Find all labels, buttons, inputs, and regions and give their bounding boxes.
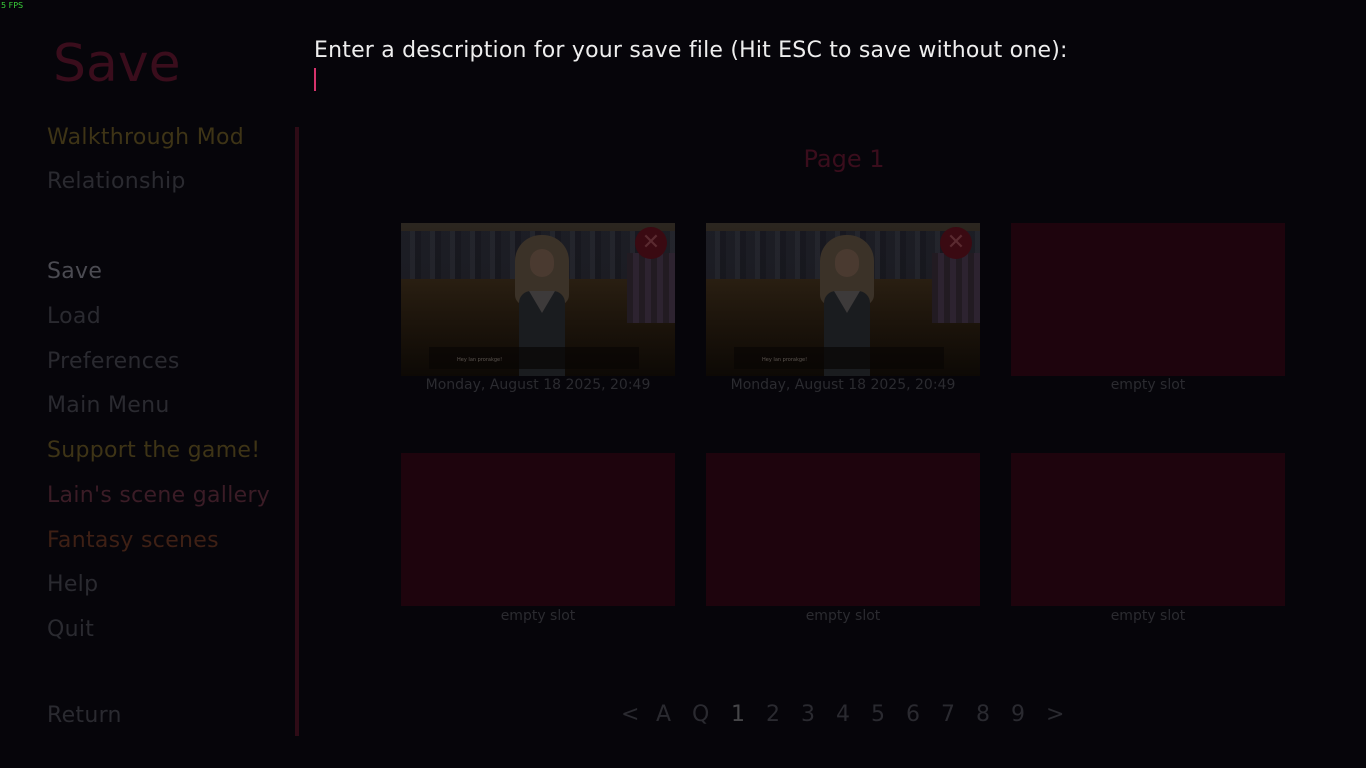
- nav-preferences[interactable]: Preferences: [47, 349, 180, 374]
- nav-return[interactable]: Return: [47, 703, 122, 728]
- delete-save-1-close-icon[interactable]: ✕: [635, 227, 667, 259]
- page-prev-button[interactable]: <: [621, 702, 639, 727]
- save-slot-3[interactable]: [1011, 223, 1285, 376]
- page-title: Page 1: [803, 145, 885, 173]
- page-8-button[interactable]: 8: [976, 702, 990, 727]
- save-slot-5-label: empty slot: [805, 608, 881, 624]
- save-slot-4-label: empty slot: [500, 608, 576, 624]
- nav-help[interactable]: Help: [47, 572, 98, 597]
- page-6-button[interactable]: 6: [906, 702, 920, 727]
- thumbnail-dialogue: Hey Ian prorakge!: [762, 357, 808, 363]
- save-slot-6[interactable]: [1011, 453, 1285, 606]
- nav-lains-scene-gallery[interactable]: Lain's scene gallery: [47, 483, 270, 508]
- nav-fantasy-scenes[interactable]: Fantasy scenes: [47, 528, 219, 553]
- save-description-prompt: Enter a description for your save file (…: [314, 38, 1068, 63]
- page-2-button[interactable]: 2: [766, 702, 780, 727]
- page-1-button[interactable]: 1: [731, 702, 745, 727]
- save-slot-5[interactable]: [706, 453, 980, 606]
- page-4-button[interactable]: 4: [836, 702, 850, 727]
- page-5-button[interactable]: 5: [871, 702, 885, 727]
- save-slot-3-label: empty slot: [1110, 377, 1186, 393]
- nav-save[interactable]: Save: [47, 259, 102, 284]
- save-slot-4[interactable]: [401, 453, 675, 606]
- fps-counter: 5 FPS: [1, 1, 24, 10]
- save-slot-2[interactable]: Hey Ian prorakge!: [706, 223, 980, 376]
- save-thumbnail: Hey Ian prorakge!: [401, 223, 675, 376]
- menu-divider: [295, 127, 299, 736]
- page-quick-button[interactable]: Q: [692, 702, 709, 727]
- nav-main-menu[interactable]: Main Menu: [47, 393, 170, 418]
- page-9-button[interactable]: 9: [1011, 702, 1025, 727]
- save-slot-1[interactable]: Hey Ian prorakge!: [401, 223, 675, 376]
- page-auto-button[interactable]: A: [656, 702, 671, 727]
- page-3-button[interactable]: 3: [801, 702, 815, 727]
- save-thumbnail: Hey Ian prorakge!: [706, 223, 980, 376]
- nav-relationship[interactable]: Relationship: [47, 169, 186, 194]
- nav-load[interactable]: Load: [47, 304, 101, 329]
- nav-quit[interactable]: Quit: [47, 617, 94, 642]
- nav-support-the-game[interactable]: Support the game!: [47, 438, 260, 463]
- thumbnail-dialogue: Hey Ian prorakge!: [457, 357, 503, 363]
- page-next-button[interactable]: >: [1046, 702, 1064, 727]
- save-slot-6-label: empty slot: [1110, 608, 1186, 624]
- save-slot-1-label: Monday, August 18 2025, 20:49: [425, 377, 651, 393]
- page-7-button[interactable]: 7: [941, 702, 955, 727]
- screen-title: Save: [53, 34, 181, 94]
- delete-save-2-close-icon[interactable]: ✕: [940, 227, 972, 259]
- nav-walkthrough-mod[interactable]: Walkthrough Mod: [47, 125, 244, 150]
- save-slot-2-label: Monday, August 18 2025, 20:49: [730, 377, 956, 393]
- description-input-caret[interactable]: [314, 68, 316, 91]
